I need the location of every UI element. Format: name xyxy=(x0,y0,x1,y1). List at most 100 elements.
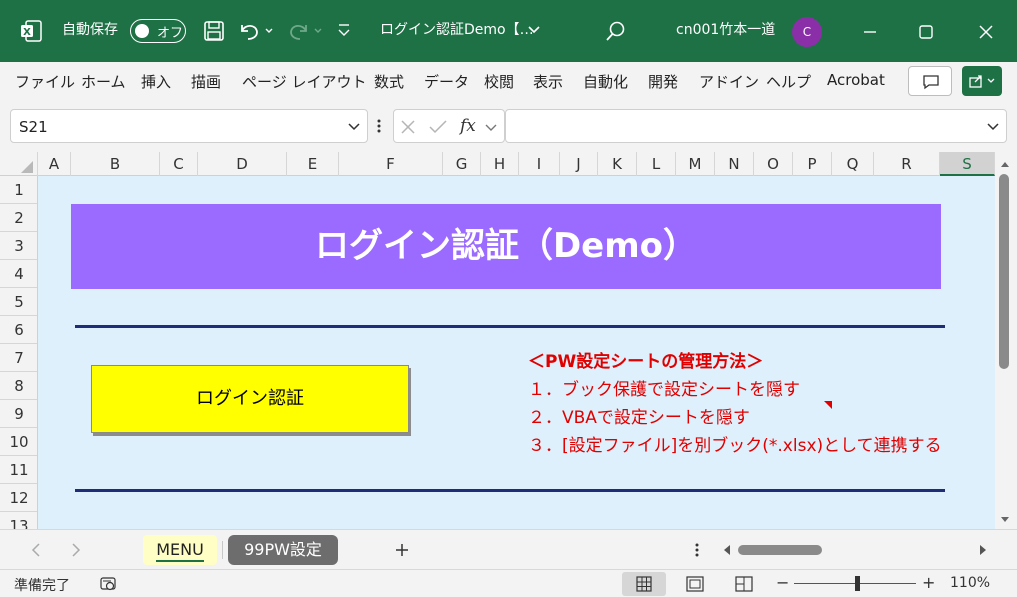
redo-icon[interactable] xyxy=(285,19,325,43)
tab-addins[interactable]: アドイン xyxy=(699,71,759,92)
column-header-a[interactable]: A xyxy=(38,152,71,176)
column-header-p[interactable]: P xyxy=(793,152,832,176)
column-header-b[interactable]: B xyxy=(71,152,160,176)
column-header-d[interactable]: D xyxy=(198,152,287,176)
column-header-i[interactable]: I xyxy=(519,152,560,176)
column-header-g[interactable]: G xyxy=(443,152,481,176)
cancel-icon[interactable] xyxy=(400,119,416,135)
chevron-down-icon[interactable] xyxy=(527,24,541,36)
column-header-n[interactable]: N xyxy=(715,152,754,176)
sheet-tab-pw-settings[interactable]: 99PW設定 xyxy=(228,535,338,565)
row-header[interactable]: 4 xyxy=(0,260,37,288)
column-header-h[interactable]: H xyxy=(481,152,519,176)
tab-insert[interactable]: 挿入 xyxy=(141,71,171,92)
tab-review[interactable]: 校閲 xyxy=(484,71,514,92)
accessibility-icon[interactable] xyxy=(99,576,119,592)
sheet-tab-menu[interactable]: MENU xyxy=(143,535,217,565)
enter-check-icon[interactable] xyxy=(428,119,448,135)
title-banner: ログイン認証（Demo） xyxy=(71,204,941,289)
formula-input[interactable] xyxy=(505,109,1007,143)
insert-function-icon[interactable]: fx xyxy=(460,116,476,136)
chevron-down-icon[interactable] xyxy=(484,122,498,134)
row-header[interactable]: 5 xyxy=(0,288,37,316)
expand-formula-icon[interactable] xyxy=(986,121,1000,133)
tab-help[interactable]: ヘルプ xyxy=(766,71,811,92)
tab-draw[interactable]: 描画 xyxy=(191,71,221,92)
tab-page-layout[interactable]: ページ レイアウト xyxy=(242,71,366,92)
document-title[interactable]: ログイン認証Demo【… xyxy=(380,20,534,40)
avatar[interactable]: C xyxy=(792,17,822,47)
column-header-e[interactable]: E xyxy=(287,152,339,176)
chevron-right-icon[interactable] xyxy=(70,542,82,558)
tab-developer[interactable]: 開発 xyxy=(648,71,678,92)
tab-file[interactable]: ファイル xyxy=(15,71,75,92)
page-break-view-icon[interactable] xyxy=(735,576,753,592)
undo-icon[interactable] xyxy=(237,19,275,43)
tab-acrobat[interactable]: Acrobat xyxy=(827,71,885,89)
autosave-toggle[interactable]: オフ xyxy=(130,19,186,43)
row-header[interactable]: 11 xyxy=(0,456,37,484)
page-layout-view-icon[interactable] xyxy=(686,576,704,592)
column-header-o[interactable]: O xyxy=(754,152,793,176)
column-header-f[interactable]: F xyxy=(339,152,443,176)
row-header[interactable]: 10 xyxy=(0,428,37,456)
zoom-level[interactable]: 110% xyxy=(950,575,990,591)
toggle-knob xyxy=(135,24,149,38)
tab-automate[interactable]: 自動化 xyxy=(583,71,628,92)
save-icon[interactable] xyxy=(203,20,225,42)
row-header[interactable]: 6 xyxy=(0,316,37,344)
row-header[interactable]: 3 xyxy=(0,232,37,260)
zoom-slider-handle[interactable] xyxy=(855,576,860,591)
row-header[interactable]: 12 xyxy=(0,484,37,512)
worksheet-area[interactable]: ログイン認証（Demo） ログイン認証 ＜PW設定シートの管理方法＞ １．ブック… xyxy=(38,176,995,529)
row-header[interactable]: 13 xyxy=(0,512,37,529)
horizontal-scroll-thumb[interactable] xyxy=(738,545,822,555)
column-header-k[interactable]: K xyxy=(598,152,637,176)
close-icon[interactable] xyxy=(977,23,995,41)
scroll-down-icon[interactable] xyxy=(1000,516,1010,524)
column-header-q[interactable]: Q xyxy=(832,152,874,176)
user-name: cn001竹本一道 xyxy=(676,22,776,38)
row-header[interactable]: 8 xyxy=(0,372,37,400)
chevron-down-icon[interactable] xyxy=(347,121,361,133)
column-header-j[interactable]: J xyxy=(560,152,598,176)
column-header-r[interactable]: R xyxy=(874,152,940,176)
column-header-s-selected[interactable]: S xyxy=(940,152,995,176)
tab-data[interactable]: データ xyxy=(424,71,469,92)
login-auth-button[interactable]: ログイン認証 xyxy=(91,365,409,433)
chevron-left-icon[interactable] xyxy=(30,542,42,558)
search-icon[interactable] xyxy=(605,20,627,42)
name-box-value: S21 xyxy=(19,118,48,136)
normal-view-button[interactable] xyxy=(622,572,666,596)
add-sheet-icon[interactable] xyxy=(394,542,410,558)
scroll-left-icon[interactable] xyxy=(722,544,732,556)
minimize-icon[interactable] xyxy=(862,24,878,40)
column-header-m[interactable]: M xyxy=(676,152,715,176)
ribbon-tabs: ファイル ホーム 挿入 描画 ページ レイアウト 数式 データ 校閲 表示 自動… xyxy=(0,62,1017,100)
select-all-corner[interactable] xyxy=(0,152,38,176)
column-header-l[interactable]: L xyxy=(637,152,676,176)
row-header[interactable]: 1 xyxy=(0,176,37,204)
scroll-right-icon[interactable] xyxy=(978,544,988,556)
column-header-c[interactable]: C xyxy=(160,152,198,176)
tab-formulas[interactable]: 数式 xyxy=(374,71,404,92)
vertical-scrollbar[interactable] xyxy=(995,152,1017,529)
comment-indicator[interactable] xyxy=(824,401,832,409)
row-header[interactable]: 7 xyxy=(0,344,37,372)
row-header[interactable]: 2 xyxy=(0,204,37,232)
zoom-out-icon[interactable]: − xyxy=(776,573,789,592)
tab-view[interactable]: 表示 xyxy=(533,71,563,92)
share-button[interactable] xyxy=(962,66,1002,96)
formula-bar: S21 fx xyxy=(0,100,1017,152)
vertical-scroll-thumb[interactable] xyxy=(999,174,1009,369)
tab-home[interactable]: ホーム xyxy=(81,71,126,92)
name-box[interactable]: S21 xyxy=(10,109,368,143)
scroll-up-icon[interactable] xyxy=(1000,160,1010,168)
customize-toolbar-icon[interactable] xyxy=(336,22,352,40)
comments-button[interactable] xyxy=(908,66,952,96)
zoom-in-icon[interactable]: + xyxy=(922,573,935,592)
more-options-icon[interactable] xyxy=(694,542,700,558)
row-header[interactable]: 9 xyxy=(0,400,37,428)
maximize-icon[interactable] xyxy=(918,24,934,40)
more-options-icon[interactable] xyxy=(376,118,382,134)
